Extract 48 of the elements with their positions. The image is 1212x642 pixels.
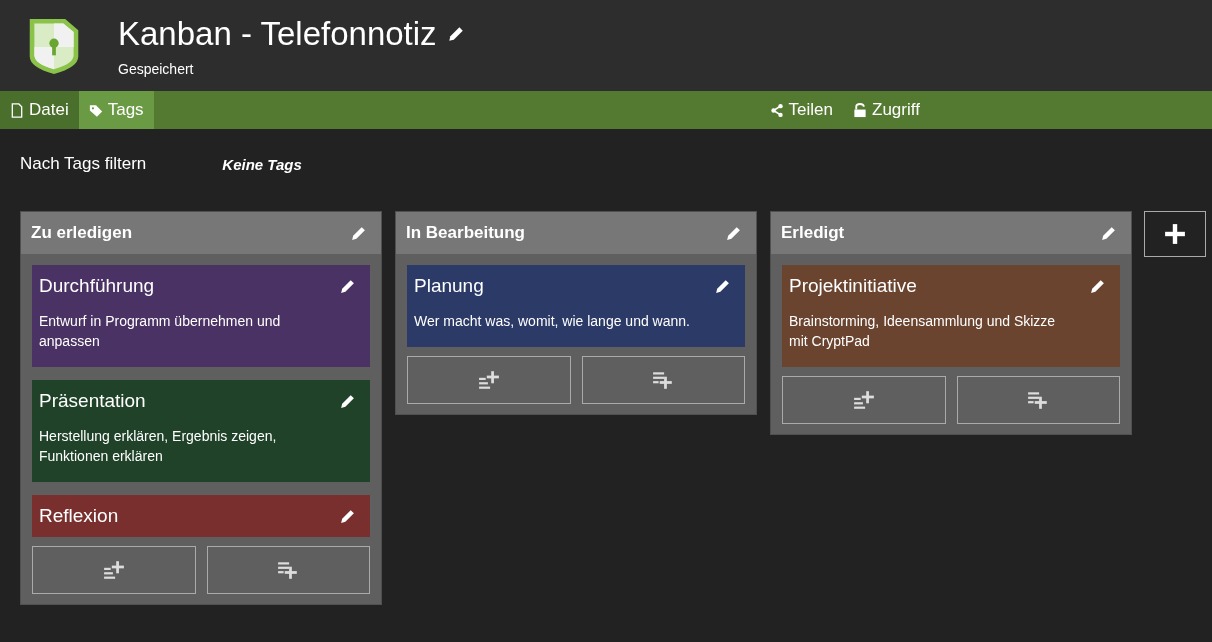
toolbar-tab[interactable]: Datei (0, 91, 79, 129)
column-title: Zu erledigen (31, 223, 133, 243)
pencil-icon[interactable] (339, 392, 356, 410)
add-card-top-button[interactable] (782, 376, 946, 424)
kanban-card[interactable]: Planung Wer macht was, womit, wie lange und wann. (407, 265, 745, 347)
column-title: In Bearbeitung (406, 223, 525, 243)
share-icon (769, 102, 784, 118)
kanban-card[interactable]: Reflexion (32, 495, 370, 537)
pencil-icon[interactable] (446, 24, 465, 43)
add-card-bottom-button[interactable] (206, 546, 370, 594)
tag-icon (88, 102, 103, 118)
document-title: Kanban - Telefonnotiz (118, 14, 437, 53)
add-card-top-button[interactable] (32, 546, 196, 594)
pencil-icon[interactable] (339, 277, 356, 295)
kanban-card[interactable]: Projektinitiative Brainstorming, Ideensammlung und Skizze mit CryptPad (782, 265, 1120, 367)
pencil-icon[interactable] (714, 277, 731, 295)
add-card-top-button[interactable] (407, 356, 571, 404)
add-card-bottom-button[interactable] (581, 356, 745, 404)
list-plus-icon (852, 391, 875, 409)
kanban-card[interactable]: Durchführung Entwurf in Programm übernehmen und anpassen (32, 265, 370, 367)
card-title: Durchführung (39, 275, 155, 297)
plus-icon (1164, 223, 1186, 245)
add-card-bottom-button[interactable] (956, 376, 1120, 424)
card-description: Wer macht was, womit, wie lange und wann. (414, 312, 691, 331)
list-plus-icon (277, 561, 300, 579)
pencil-icon[interactable] (339, 507, 356, 525)
kanban-card[interactable]: Präsentation Herstellung erklären, Ergebnis zeigen, Funktionen erklären (32, 380, 370, 482)
lock-icon (853, 102, 868, 118)
list-plus-icon (477, 371, 500, 389)
card-title: Projektinitiative (789, 275, 917, 297)
card-description: Entwurf in Programm übernehmen und anpassen (39, 312, 282, 351)
list-plus-icon (1027, 391, 1050, 409)
tag-filter-value: Keine Tags (222, 155, 302, 173)
card-description: Herstellung erklären, Ergebnis zeigen, Funktionen erklären (39, 427, 278, 466)
card-title: Planung (414, 275, 484, 297)
file-icon (10, 102, 24, 118)
card-title: Präsentation (39, 390, 146, 412)
list-plus-icon (102, 561, 125, 579)
toolbar-button[interactable]: Zugriff (843, 91, 930, 129)
column-title: Erledigt (781, 223, 845, 243)
toolbar-button[interactable]: Teilen (759, 91, 844, 129)
card-title: Reflexion (39, 505, 119, 527)
filter-label: Nach Tags filtern (20, 154, 147, 174)
card-description: Brainstorming, Ideensammlung und Skizze mit CryptPad (789, 312, 1057, 351)
add-column-button[interactable] (1144, 211, 1206, 257)
pencil-icon[interactable] (1089, 277, 1106, 295)
list-plus-icon (652, 371, 675, 389)
save-status: Gespeichert (118, 60, 195, 77)
